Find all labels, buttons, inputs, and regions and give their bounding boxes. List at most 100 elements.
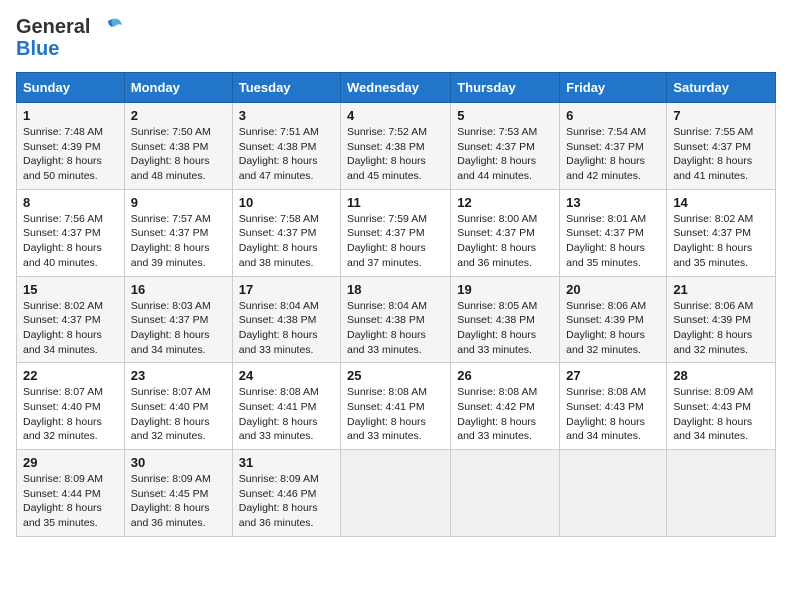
day-info: Sunrise: 8:02 AMSunset: 4:37 PMDaylight:…	[673, 212, 769, 271]
calendar-cell: 24 Sunrise: 8:08 AMSunset: 4:41 PMDaylig…	[232, 363, 340, 450]
calendar-cell: 29 Sunrise: 8:09 AMSunset: 4:44 PMDaylig…	[17, 450, 125, 537]
day-info: Sunrise: 8:09 AMSunset: 4:43 PMDaylight:…	[673, 385, 769, 444]
calendar-week-row: 1 Sunrise: 7:48 AMSunset: 4:39 PMDayligh…	[17, 103, 776, 190]
calendar-cell: 17 Sunrise: 8:04 AMSunset: 4:38 PMDaylig…	[232, 276, 340, 363]
day-number: 25	[347, 368, 444, 383]
weekday-header: Saturday	[667, 73, 776, 103]
calendar-cell: 18 Sunrise: 8:04 AMSunset: 4:38 PMDaylig…	[341, 276, 451, 363]
day-number: 16	[131, 282, 226, 297]
day-number: 19	[457, 282, 553, 297]
day-number: 27	[566, 368, 660, 383]
day-info: Sunrise: 7:57 AMSunset: 4:37 PMDaylight:…	[131, 212, 226, 271]
day-info: Sunrise: 7:55 AMSunset: 4:37 PMDaylight:…	[673, 125, 769, 184]
day-info: Sunrise: 8:04 AMSunset: 4:38 PMDaylight:…	[239, 299, 334, 358]
day-number: 1	[23, 108, 118, 123]
day-number: 5	[457, 108, 553, 123]
day-number: 2	[131, 108, 226, 123]
day-info: Sunrise: 8:02 AMSunset: 4:37 PMDaylight:…	[23, 299, 118, 358]
calendar-cell	[451, 450, 560, 537]
page-header: General Blue	[16, 16, 776, 60]
weekday-header: Sunday	[17, 73, 125, 103]
logo-blue: Blue	[16, 38, 90, 60]
day-number: 9	[131, 195, 226, 210]
logo-general: General	[16, 16, 90, 38]
weekday-header: Tuesday	[232, 73, 340, 103]
day-info: Sunrise: 8:03 AMSunset: 4:37 PMDaylight:…	[131, 299, 226, 358]
calendar-table: SundayMondayTuesdayWednesdayThursdayFrid…	[16, 72, 776, 537]
weekday-header: Thursday	[451, 73, 560, 103]
logo-container: General Blue	[16, 16, 124, 60]
calendar-cell: 3 Sunrise: 7:51 AMSunset: 4:38 PMDayligh…	[232, 103, 340, 190]
day-number: 11	[347, 195, 444, 210]
logo-text: General Blue	[16, 16, 90, 60]
calendar-cell: 6 Sunrise: 7:54 AMSunset: 4:37 PMDayligh…	[560, 103, 667, 190]
weekday-header: Monday	[124, 73, 232, 103]
weekday-header: Friday	[560, 73, 667, 103]
calendar-cell: 15 Sunrise: 8:02 AMSunset: 4:37 PMDaylig…	[17, 276, 125, 363]
day-number: 21	[673, 282, 769, 297]
day-number: 17	[239, 282, 334, 297]
day-info: Sunrise: 8:09 AMSunset: 4:46 PMDaylight:…	[239, 472, 334, 531]
calendar-week-row: 8 Sunrise: 7:56 AMSunset: 4:37 PMDayligh…	[17, 189, 776, 276]
day-info: Sunrise: 8:06 AMSunset: 4:39 PMDaylight:…	[673, 299, 769, 358]
day-info: Sunrise: 7:52 AMSunset: 4:38 PMDaylight:…	[347, 125, 444, 184]
day-info: Sunrise: 8:06 AMSunset: 4:39 PMDaylight:…	[566, 299, 660, 358]
day-info: Sunrise: 7:59 AMSunset: 4:37 PMDaylight:…	[347, 212, 444, 271]
calendar-cell: 23 Sunrise: 8:07 AMSunset: 4:40 PMDaylig…	[124, 363, 232, 450]
day-info: Sunrise: 8:08 AMSunset: 4:43 PMDaylight:…	[566, 385, 660, 444]
day-number: 29	[23, 455, 118, 470]
day-info: Sunrise: 7:56 AMSunset: 4:37 PMDaylight:…	[23, 212, 118, 271]
day-info: Sunrise: 8:08 AMSunset: 4:42 PMDaylight:…	[457, 385, 553, 444]
calendar-cell: 4 Sunrise: 7:52 AMSunset: 4:38 PMDayligh…	[341, 103, 451, 190]
calendar-cell: 9 Sunrise: 7:57 AMSunset: 4:37 PMDayligh…	[124, 189, 232, 276]
calendar-cell: 20 Sunrise: 8:06 AMSunset: 4:39 PMDaylig…	[560, 276, 667, 363]
day-info: Sunrise: 8:05 AMSunset: 4:38 PMDaylight:…	[457, 299, 553, 358]
weekday-header: Wednesday	[341, 73, 451, 103]
day-number: 24	[239, 368, 334, 383]
day-info: Sunrise: 7:54 AMSunset: 4:37 PMDaylight:…	[566, 125, 660, 184]
day-info: Sunrise: 8:09 AMSunset: 4:44 PMDaylight:…	[23, 472, 118, 531]
day-number: 30	[131, 455, 226, 470]
calendar-cell: 1 Sunrise: 7:48 AMSunset: 4:39 PMDayligh…	[17, 103, 125, 190]
calendar-week-row: 22 Sunrise: 8:07 AMSunset: 4:40 PMDaylig…	[17, 363, 776, 450]
day-info: Sunrise: 7:51 AMSunset: 4:38 PMDaylight:…	[239, 125, 334, 184]
calendar-cell: 5 Sunrise: 7:53 AMSunset: 4:37 PMDayligh…	[451, 103, 560, 190]
calendar-week-row: 29 Sunrise: 8:09 AMSunset: 4:44 PMDaylig…	[17, 450, 776, 537]
calendar-cell: 12 Sunrise: 8:00 AMSunset: 4:37 PMDaylig…	[451, 189, 560, 276]
day-number: 13	[566, 195, 660, 210]
day-number: 18	[347, 282, 444, 297]
day-number: 26	[457, 368, 553, 383]
day-info: Sunrise: 8:08 AMSunset: 4:41 PMDaylight:…	[239, 385, 334, 444]
day-info: Sunrise: 7:50 AMSunset: 4:38 PMDaylight:…	[131, 125, 226, 184]
day-number: 22	[23, 368, 118, 383]
calendar-cell: 8 Sunrise: 7:56 AMSunset: 4:37 PMDayligh…	[17, 189, 125, 276]
day-info: Sunrise: 7:58 AMSunset: 4:37 PMDaylight:…	[239, 212, 334, 271]
calendar-cell: 16 Sunrise: 8:03 AMSunset: 4:37 PMDaylig…	[124, 276, 232, 363]
calendar-cell: 11 Sunrise: 7:59 AMSunset: 4:37 PMDaylig…	[341, 189, 451, 276]
calendar-cell	[341, 450, 451, 537]
calendar-cell: 25 Sunrise: 8:08 AMSunset: 4:41 PMDaylig…	[341, 363, 451, 450]
calendar-cell: 13 Sunrise: 8:01 AMSunset: 4:37 PMDaylig…	[560, 189, 667, 276]
calendar-cell: 10 Sunrise: 7:58 AMSunset: 4:37 PMDaylig…	[232, 189, 340, 276]
day-info: Sunrise: 7:53 AMSunset: 4:37 PMDaylight:…	[457, 125, 553, 184]
day-info: Sunrise: 8:04 AMSunset: 4:38 PMDaylight:…	[347, 299, 444, 358]
calendar-cell: 30 Sunrise: 8:09 AMSunset: 4:45 PMDaylig…	[124, 450, 232, 537]
day-number: 23	[131, 368, 226, 383]
calendar-cell: 28 Sunrise: 8:09 AMSunset: 4:43 PMDaylig…	[667, 363, 776, 450]
calendar-week-row: 15 Sunrise: 8:02 AMSunset: 4:37 PMDaylig…	[17, 276, 776, 363]
calendar-cell: 27 Sunrise: 8:08 AMSunset: 4:43 PMDaylig…	[560, 363, 667, 450]
calendar-cell: 7 Sunrise: 7:55 AMSunset: 4:37 PMDayligh…	[667, 103, 776, 190]
day-number: 15	[23, 282, 118, 297]
day-number: 10	[239, 195, 334, 210]
logo: General Blue	[16, 16, 124, 60]
calendar-cell: 31 Sunrise: 8:09 AMSunset: 4:46 PMDaylig…	[232, 450, 340, 537]
calendar-cell: 21 Sunrise: 8:06 AMSunset: 4:39 PMDaylig…	[667, 276, 776, 363]
day-info: Sunrise: 8:01 AMSunset: 4:37 PMDaylight:…	[566, 212, 660, 271]
calendar-cell: 26 Sunrise: 8:08 AMSunset: 4:42 PMDaylig…	[451, 363, 560, 450]
calendar-cell: 2 Sunrise: 7:50 AMSunset: 4:38 PMDayligh…	[124, 103, 232, 190]
calendar-cell: 19 Sunrise: 8:05 AMSunset: 4:38 PMDaylig…	[451, 276, 560, 363]
day-number: 7	[673, 108, 769, 123]
day-info: Sunrise: 7:48 AMSunset: 4:39 PMDaylight:…	[23, 125, 118, 184]
day-info: Sunrise: 8:00 AMSunset: 4:37 PMDaylight:…	[457, 212, 553, 271]
calendar-cell	[560, 450, 667, 537]
